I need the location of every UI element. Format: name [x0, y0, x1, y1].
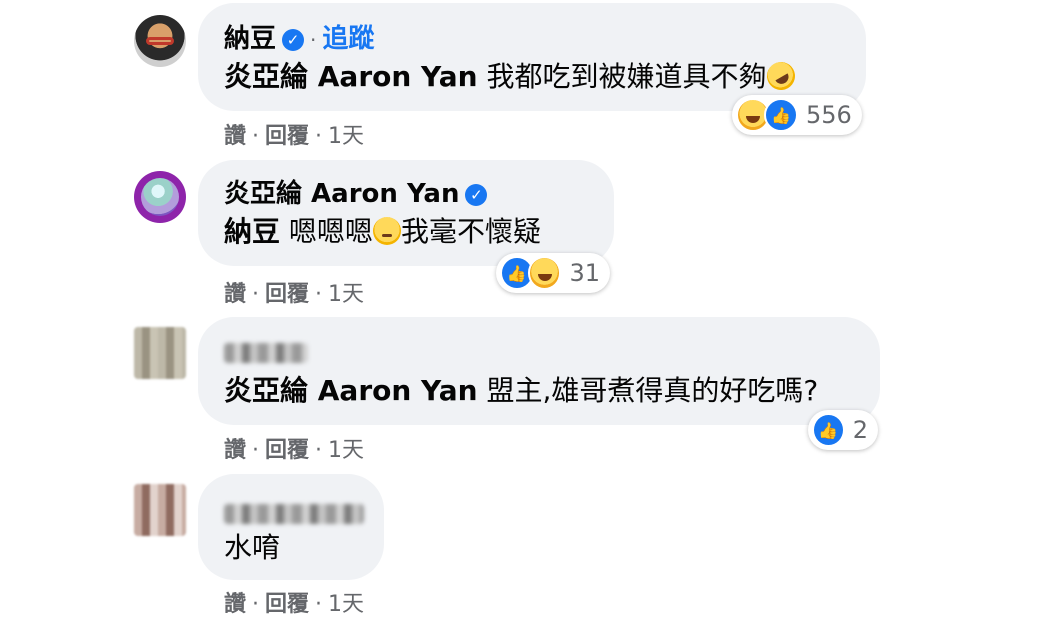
reaction-count: 556 [806, 101, 852, 129]
blurred-author-name[interactable] [224, 343, 308, 363]
like-action[interactable]: 讚 [224, 438, 246, 463]
mention-tag[interactable]: 炎亞綸 Aaron Yan [224, 60, 478, 93]
blurred-author-name[interactable] [224, 504, 364, 524]
like-icon: 👍 [764, 98, 798, 132]
separator-dot: · [315, 282, 323, 307]
follow-link[interactable]: 追蹤 [322, 24, 374, 54]
comment-author-name[interactable]: 納豆 [224, 24, 276, 54]
reply-action[interactable]: 回覆 [265, 438, 309, 463]
avatar-blurred[interactable] [134, 327, 186, 379]
comment-text: 水唷 [224, 530, 280, 566]
comment-bubble: 水唷 [198, 474, 384, 580]
comment-bubble: 炎亞綸 Aaron Yan ✓ 納豆 嗯嗯嗯 我毫不懷疑 [198, 160, 614, 266]
reply-action[interactable]: 回覆 [265, 282, 309, 307]
reply-action[interactable]: 回覆 [265, 124, 309, 149]
rofl-emoji-icon [761, 56, 800, 96]
comment-bubble: 炎亞綸 Aaron Yan 盟主,雄哥煮得真的好吃嗎? [198, 317, 880, 425]
comment-actions: 讚 · 回覆 · 1天 [224, 586, 364, 618]
reaction-count: 2 [852, 416, 868, 444]
avatar-image [141, 178, 179, 216]
comment-actions: 讚 · 回覆 · 1天 [224, 276, 364, 308]
like-action[interactable]: 讚 [224, 124, 246, 149]
reaction-summary[interactable]: 👍 2 [808, 410, 878, 450]
comment-body-continued: 我毫不懷疑 [400, 215, 541, 248]
verified-badge-icon: ✓ [282, 29, 305, 51]
comment-text: 炎亞綸 Aaron Yan 盟主,雄哥煮得真的好吃嗎? [224, 373, 818, 409]
mention-tag[interactable]: 炎亞綸 Aaron Yan [224, 374, 478, 407]
timestamp[interactable]: 1天 [328, 282, 364, 307]
separator-dot: · [315, 124, 323, 149]
avatar-glasses-detail [146, 37, 174, 45]
comment-body: 水唷 [224, 531, 281, 564]
reaction-summary[interactable]: 👍 556 [732, 95, 862, 135]
comment-text: 納豆 嗯嗯嗯 我毫不懷疑 [224, 214, 541, 250]
comment-actions: 讚 · 回覆 · 1天 [224, 432, 364, 464]
comment-body: 我都吃到被嫌道具不夠 [486, 60, 767, 93]
timestamp[interactable]: 1天 [328, 124, 364, 149]
comment-text: 炎亞綸 Aaron Yan 我都吃到被嫌道具不夠 [224, 56, 800, 96]
avatar-blurred[interactable] [134, 484, 186, 536]
comment-body: 嗯嗯嗯 [288, 215, 373, 248]
reaction-summary[interactable]: 👍 31 [496, 253, 610, 293]
mention-tag[interactable]: 納豆 [224, 215, 280, 248]
verified-badge-icon: ✓ [465, 184, 488, 206]
comment-body: 盟主,雄哥煮得真的好吃嗎? [486, 374, 819, 407]
comment-author-name[interactable]: 炎亞綸 Aaron Yan [224, 179, 459, 209]
thinking-emoji-icon [372, 217, 401, 245]
separator-dot: · [252, 124, 260, 149]
comment-actions: 讚 · 回覆 · 1天 [224, 118, 364, 150]
separator-dot: · [310, 28, 317, 52]
reaction-count: 31 [569, 259, 600, 287]
avatar[interactable] [134, 171, 186, 223]
comment-author-row: 納豆 ✓ · 追蹤 [224, 23, 374, 56]
timestamp[interactable]: 1天 [328, 438, 364, 463]
comment-author-row: 炎亞綸 Aaron Yan ✓ [224, 178, 488, 210]
separator-dot: · [252, 438, 260, 463]
separator-dot: · [315, 438, 323, 463]
like-icon: 👍 [812, 413, 845, 447]
separator-dot: · [252, 282, 260, 307]
like-action[interactable]: 讚 [224, 282, 246, 307]
avatar[interactable] [134, 15, 186, 67]
haha-icon [527, 256, 562, 290]
